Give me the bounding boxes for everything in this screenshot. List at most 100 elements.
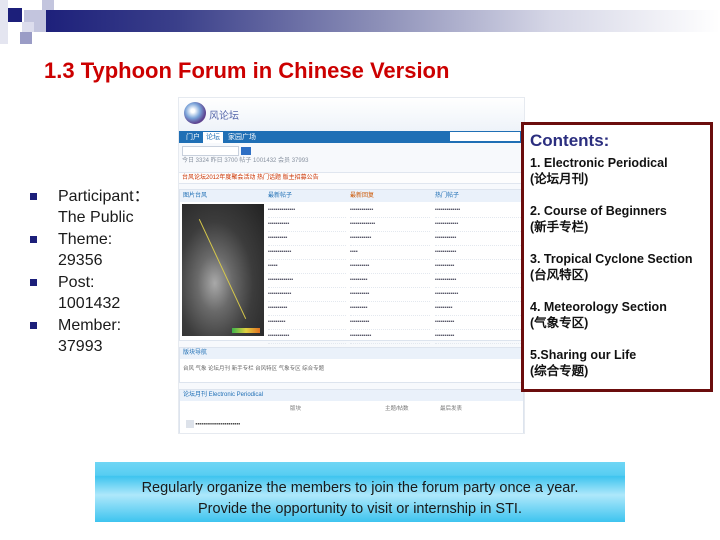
post-link[interactable]: ▪▪▪▪▪▪▪▪▪▪▪▪ [268,288,346,302]
decor-square [22,22,34,32]
stat-label: Participant： [58,188,150,205]
post-link[interactable]: ▪▪▪▪▪▪▪▪▪▪▪ [268,218,346,232]
contents-item-beginners: 2. Course of Beginners (新手专栏) [530,203,710,235]
post-link[interactable]: ▪▪▪▪▪▪▪▪▪▪▪▪ [435,288,521,302]
contents-item-tropical-cyclone: 3. Tropical Cyclone Section (台风特区) [530,251,710,283]
post-link[interactable]: ▪▪▪▪▪▪▪▪▪▪ [435,260,521,274]
stat-theme: Theme: 29356 [30,229,170,271]
contents-item-zh: (气象专区) [530,316,589,330]
contents-item-en: 3. Tropical Cyclone Section [530,252,693,266]
satellite-image[interactable] [182,204,264,336]
post-link[interactable]: ▪▪▪▪▪▪▪▪▪ [350,274,430,288]
stat-value: 37993 [58,338,103,355]
grid-header-cell: 图片台风 [183,193,208,199]
post-link[interactable]: ▪▪▪▪▪▪▪▪▪▪ [435,330,521,344]
decor-square [20,32,32,44]
decor-square [42,0,54,10]
post-link[interactable]: ▪▪▪▪▪▪▪▪▪▪▪▪ [435,218,521,232]
stat-post: Post: 1001432 [30,272,170,314]
activity-banner: Regularly organize the members to join t… [95,462,625,522]
post-link[interactable]: ▪▪▪▪▪▪▪▪▪▪▪ [435,246,521,260]
periodical-panel-title[interactable]: 论坛月刊 Electronic Periodical [180,390,523,401]
forum-search-input[interactable] [182,146,239,156]
post-link[interactable]: ▪▪▪▪▪▪▪▪▪▪ [350,316,430,330]
contents-item-en: 4. Meteorology Section [530,300,667,314]
bullet-icon [30,193,37,200]
site-search-input[interactable] [450,132,520,141]
column-header: 版块 [290,406,302,412]
contents-item-sharing: 5.Sharing our Life (综合专题) [530,347,710,379]
nav-tab-portal[interactable]: 门户 [183,132,203,143]
stat-participant: Participant： The Public [30,186,170,228]
header-gradient-bar [40,10,720,32]
post-link[interactable]: ▪▪▪▪▪▪▪▪▪▪▪▪▪▪ [268,204,346,218]
slide-title: 1.3 Typhoon Forum in Chinese Version [44,58,450,83]
post-link[interactable]: ▪▪▪▪▪▪▪▪▪▪▪ [435,232,521,246]
site-header: 风论坛 [179,98,524,131]
post-link[interactable]: ▪▪▪▪▪▪▪▪▪▪ [268,232,346,246]
satellite-legend [232,328,260,333]
banner-line-2: Provide the opportunity to visit or inte… [198,501,522,517]
site-announcement[interactable]: 台风论坛2012年度聚会活动 热门话题 版主招募公告 [179,172,524,184]
post-link[interactable]: ▪▪▪▪▪▪▪▪▪▪▪▪▪ [435,204,521,218]
stats-list: Participant： The Public Theme: 29356 Pos… [30,186,170,358]
periodical-panel: 论坛月刊 Electronic Periodical 版块 主题/帖数 最后发表… [179,389,524,433]
post-link[interactable]: ▪▪▪▪▪▪▪▪▪▪▪ [350,232,430,246]
post-link[interactable]: ▪▪▪▪▪▪▪▪▪ [350,302,430,316]
banner-line-1: Regularly organize the members to join t… [141,480,579,496]
bullet-icon [30,279,37,286]
contents-item-en: 2. Course of Beginners [530,204,667,218]
contents-box: Contents: 1. Electronic Periodical (论坛月刊… [521,122,713,392]
section-links[interactable]: 台风 气象 论坛月刊 新手专栏 台风特区 气象专区 综合专题 [180,359,523,377]
periodical-columns: 版块 主题/帖数 最后发表 [180,401,523,417]
decor-square [0,0,8,44]
post-link[interactable]: ▪▪▪▪▪▪▪▪▪▪▪▪▪ [268,274,346,288]
post-link[interactable]: ▪▪▪▪▪▪▪▪▪▪▪ [268,330,346,344]
contents-item-en: 5.Sharing our Life [530,348,637,362]
column-header: 主题/帖数 [385,406,409,412]
post-link[interactable]: ▪▪▪▪▪▪▪▪▪▪ [350,260,430,274]
contents-title: Contents: [530,131,610,150]
forum-search-button[interactable] [240,147,251,155]
stat-member: Member: 37993 [30,315,170,357]
forum-sections-panel: 版块导航 台风 气象 论坛月刊 新手专栏 台风特区 气象专区 综合专题 [179,347,524,383]
section-panel-title: 版块导航 [180,348,523,359]
forum-logo-icon [184,102,206,124]
contents-item-zh: (新手专栏) [530,220,589,234]
contents-item-zh: (台风特区) [530,268,589,282]
nav-tab-home[interactable]: 家园广场 [225,132,259,143]
post-link[interactable]: ▪▪▪▪▪▪▪▪▪ [435,302,521,316]
grid-header-cell: 最新回复 [350,193,375,199]
post-link[interactable]: ▪▪▪▪▪▪▪▪▪▪ [435,316,521,330]
coastline [198,218,247,320]
post-link[interactable]: ▪▪▪▪▪ [268,260,346,274]
post-link[interactable]: ▪▪▪▪▪▪▪▪▪ [268,316,346,330]
post-link[interactable]: ▪▪▪▪▪▪▪▪▪▪▪▪ [268,246,346,260]
post-link[interactable]: ▪▪▪▪▪▪▪▪▪▪▪ [435,274,521,288]
post-link[interactable]: ▪▪▪▪▪▪▪▪▪▪▪▪▪ [350,218,430,232]
grid-header-cell: 最新帖子 [268,193,293,199]
contents-item-zh: (综合专题) [530,364,589,378]
nav-tab-forum[interactable]: 论坛 [203,132,223,143]
stat-label: Post: [58,274,95,291]
contents-item-meteorology: 4. Meteorology Section (气象专区) [530,299,710,331]
contents-item-en: 1. Electronic Periodical [530,156,668,170]
post-link[interactable]: ▪▪▪▪▪▪▪▪▪▪ [350,288,430,302]
contents-item-zh: (论坛月刊) [530,172,589,186]
grid-header: 图片台风 最新帖子 最新回复 热门帖子 [180,190,523,202]
decor-square [8,8,22,22]
post-link[interactable]: ▪▪▪▪▪▪▪▪▪▪ [268,302,346,316]
grid-header-cell: 热门帖子 [435,193,460,199]
post-link[interactable]: ▪▪▪▪ [350,246,430,260]
forum-logo-text: 风论坛 [209,111,239,122]
site-stats-row: 今日 3324 昨日 3700 帖子 1001432 会员 37993 [182,158,309,164]
post-link[interactable]: ▪▪▪▪▪▪▪▪▪▪▪ [350,330,430,344]
post-link[interactable]: ▪▪▪▪▪▪▪▪▪▪▪▪ [350,204,430,218]
column-header: 最后发表 [440,406,463,412]
periodical-row[interactable]: ▪▪▪▪▪▪▪▪▪▪▪▪▪▪▪▪▪▪▪▪▪▪▪ [180,417,523,433]
stat-value: 29356 [58,252,103,269]
bullet-icon [30,236,37,243]
site-content-grid: 图片台风 最新帖子 最新回复 热门帖子 ▪▪▪▪▪▪▪▪▪▪▪▪▪▪ ▪▪▪▪▪▪… [179,189,524,344]
stat-value: 1001432 [58,295,121,312]
stat-label: Member: [58,317,122,334]
